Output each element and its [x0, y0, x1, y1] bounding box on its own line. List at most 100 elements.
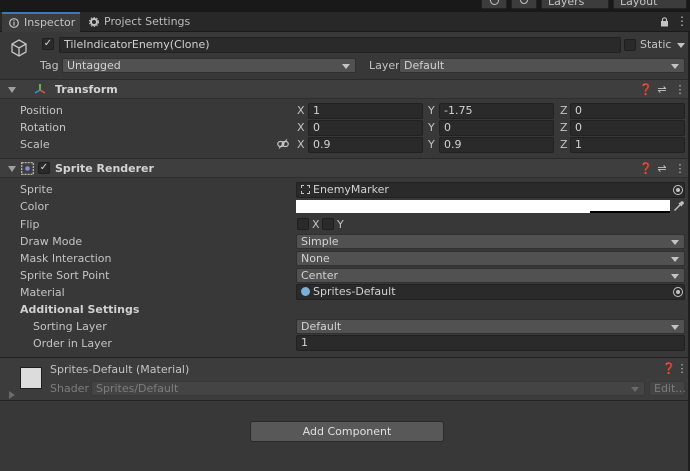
- order-in-layer-field[interactable]: 1: [296, 335, 685, 351]
- tab-project-settings[interactable]: Project Settings: [82, 12, 192, 32]
- flip-y-label: Y: [337, 218, 344, 231]
- mask-interaction-value: None: [301, 252, 330, 265]
- rotation-y-field[interactable]: 0: [439, 120, 554, 136]
- scale-y-label[interactable]: Y: [428, 138, 435, 152]
- help-icon[interactable]: ❓: [639, 162, 653, 175]
- scale-z-field[interactable]: 1: [570, 137, 685, 153]
- gameobject-cube-icon: [11, 39, 27, 57]
- add-component-button[interactable]: Add Component: [250, 421, 444, 442]
- layers-dropdown[interactable]: Layers: [541, 0, 609, 9]
- history-button[interactable]: [481, 0, 507, 9]
- rotation-x-label[interactable]: X: [297, 121, 305, 135]
- info-icon: [9, 18, 19, 28]
- object-picker-icon[interactable]: [673, 185, 683, 195]
- material-object-field[interactable]: Sprites-Default: [296, 284, 685, 300]
- chevron-down-icon: [671, 64, 679, 69]
- color-label: Color: [20, 200, 49, 213]
- kebab-menu-icon[interactable]: ⋮: [676, 362, 688, 375]
- rotation-z-field[interactable]: 0: [570, 120, 685, 136]
- layers-label: Layers: [548, 0, 585, 8]
- rotation-x-field[interactable]: 0: [308, 120, 423, 136]
- tab-inspector-label: Inspector: [24, 16, 76, 29]
- draw-mode-value: Simple: [301, 235, 339, 248]
- mask-interaction-dropdown[interactable]: None: [296, 251, 685, 266]
- mask-interaction-label: Mask Interaction: [20, 252, 112, 265]
- shader-value: Sprites/Default: [96, 382, 179, 395]
- position-y-label[interactable]: Y: [428, 104, 435, 118]
- kebab-menu-icon[interactable]: ⋮: [674, 83, 686, 96]
- sprite-sort-point-label: Sprite Sort Point: [20, 269, 110, 282]
- additional-settings-foldout[interactable]: Additional Settings: [20, 303, 139, 317]
- flip-x-checkbox[interactable]: [297, 218, 309, 230]
- sorting-layer-value: Default: [301, 320, 342, 333]
- position-x-field[interactable]: 1: [308, 103, 423, 119]
- search-button[interactable]: [511, 0, 537, 9]
- help-icon[interactable]: ❓: [662, 362, 676, 375]
- position-z-field[interactable]: 0: [570, 103, 685, 119]
- eyedropper-icon[interactable]: [673, 200, 685, 212]
- tag-dropdown[interactable]: Untagged: [62, 58, 356, 73]
- tab-inspector[interactable]: Inspector: [2, 12, 80, 32]
- layer-dropdown[interactable]: Default: [399, 58, 685, 73]
- section-divider: [0, 400, 690, 401]
- scale-z-label[interactable]: Z: [560, 138, 568, 152]
- foldout-arrow-icon[interactable]: [8, 87, 16, 93]
- color-swatch[interactable]: [296, 200, 670, 213]
- search-icon: [520, 0, 528, 4]
- sprite-renderer-enabled-checkbox[interactable]: ✓: [38, 162, 50, 174]
- sprite-label: Sprite: [20, 183, 53, 196]
- scale-label: Scale: [20, 138, 50, 151]
- sprite-renderer-icon: [21, 162, 34, 175]
- shader-dropdown[interactable]: Sprites/Default: [91, 381, 645, 396]
- rotation-y-value: 0: [444, 121, 451, 134]
- active-checkbox[interactable]: ✓: [42, 38, 54, 50]
- layout-dropdown[interactable]: Layout: [613, 0, 687, 9]
- kebab-menu-icon[interactable]: ⋮: [674, 162, 686, 175]
- sorting-layer-label: Sorting Layer: [33, 320, 107, 333]
- rotation-y-label[interactable]: Y: [428, 121, 435, 135]
- tab-project-settings-label: Project Settings: [104, 15, 191, 28]
- preset-icon[interactable]: ⇌: [656, 83, 668, 96]
- lock-icon[interactable]: [660, 17, 669, 27]
- edit-shader-button[interactable]: Edit...: [649, 381, 686, 396]
- position-z-label[interactable]: Z: [560, 104, 568, 118]
- static-dropdown-button[interactable]: [676, 38, 686, 50]
- preset-icon[interactable]: ⇌: [656, 162, 668, 175]
- material-label: Material: [20, 286, 65, 299]
- static-checkbox[interactable]: [624, 39, 636, 51]
- draw-mode-dropdown[interactable]: Simple: [296, 234, 685, 249]
- kebab-menu-icon[interactable]: ⋮: [676, 15, 688, 28]
- scale-y-field[interactable]: 0.9: [439, 137, 554, 153]
- static-label: Static: [640, 38, 672, 51]
- scale-x-label[interactable]: X: [297, 138, 305, 152]
- position-label: Position: [20, 104, 63, 117]
- object-name-field[interactable]: TileIndicatorEnemy(Clone): [59, 37, 621, 53]
- rotation-z-label[interactable]: Z: [560, 121, 568, 135]
- sprite-object-field[interactable]: EnemyMarker: [296, 182, 685, 198]
- chevron-down-icon: [671, 325, 679, 330]
- rotation-label: Rotation: [20, 121, 67, 134]
- position-x-value: 1: [313, 104, 320, 117]
- alpha-bar: [590, 211, 670, 213]
- foldout-arrow-icon[interactable]: [8, 166, 16, 172]
- tab-bar: Inspector Project Settings ⋮: [0, 12, 690, 32]
- sorting-layer-dropdown[interactable]: Default: [296, 319, 685, 334]
- sprite-sort-point-dropdown[interactable]: Center: [296, 268, 685, 283]
- position-y-field[interactable]: -1.75: [439, 103, 554, 119]
- link-icon[interactable]: [277, 139, 289, 149]
- chevron-down-icon: [671, 274, 679, 279]
- object-picker-icon[interactable]: [673, 287, 683, 297]
- chevron-down-icon: [631, 387, 639, 392]
- edit-label: Edit...: [654, 382, 686, 395]
- scale-x-field[interactable]: 0.9: [308, 137, 423, 153]
- help-icon[interactable]: ❓: [639, 83, 653, 96]
- sprite-asset-icon: [301, 185, 310, 194]
- sprite-renderer-title: Sprite Renderer: [55, 162, 154, 175]
- material-asset-icon: [301, 287, 310, 296]
- sprite-renderer-header[interactable]: ✓ Sprite Renderer ❓ ⇌ ⋮: [0, 158, 690, 178]
- flip-y-checkbox[interactable]: [322, 218, 334, 230]
- transform-header[interactable]: Transform ❓ ⇌ ⋮: [0, 79, 690, 99]
- transform-title: Transform: [55, 83, 118, 96]
- position-x-label[interactable]: X: [297, 104, 305, 118]
- foldout-arrow-icon[interactable]: [9, 391, 15, 399]
